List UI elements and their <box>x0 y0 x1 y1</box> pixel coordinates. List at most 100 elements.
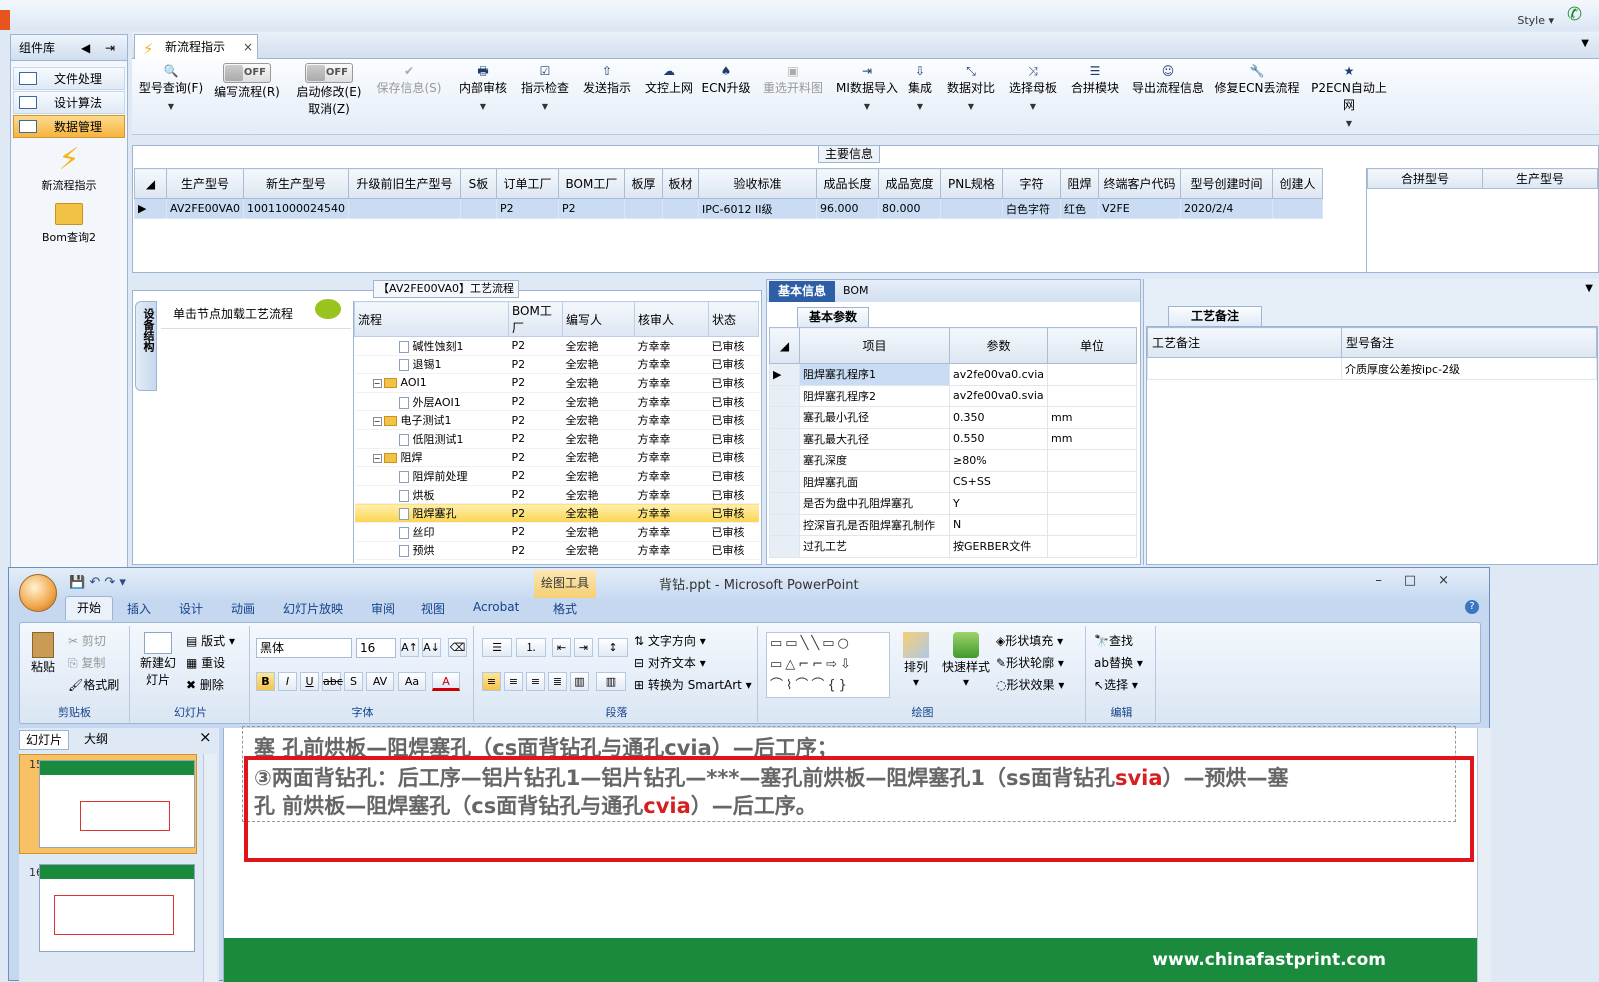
table-cell[interactable]: P2 <box>558 199 624 219</box>
table-cell[interactable]: 阻焊塞孔程序1 <box>800 364 950 386</box>
table-cell[interactable] <box>348 199 460 219</box>
table-cell[interactable]: mm <box>1048 428 1137 450</box>
tree-node[interactable]: 外层AOI1 <box>355 392 509 411</box>
tree-node[interactable]: 曝光 <box>355 560 509 563</box>
table-cell[interactable]: 塞孔最小孔径 <box>800 407 950 429</box>
collapse-toggle-icon[interactable]: − <box>373 454 382 463</box>
library-item-algorithm[interactable]: 设计算法 <box>13 91 125 114</box>
column-header[interactable]: 字符 <box>1002 169 1060 199</box>
process-remark-cell[interactable] <box>1148 358 1342 380</box>
text-direction-button[interactable]: ⇅ 文字方向 ▾ <box>634 632 706 649</box>
table-cell[interactable] <box>1048 471 1137 493</box>
table-cell[interactable]: 0.350 <box>950 407 1048 429</box>
char-spacing-button[interactable]: AV <box>366 672 394 691</box>
table-cell[interactable] <box>1048 493 1137 515</box>
grow-font-button[interactable]: A↑ <box>400 638 419 657</box>
table-cell[interactable]: mm <box>1048 407 1137 429</box>
tree-node[interactable]: −阻焊 <box>355 448 509 467</box>
slide-thumbnail-15[interactable] <box>39 760 195 848</box>
tree-row[interactable]: 丝印P2全宏艳方幸幸已审核 <box>355 522 759 541</box>
column-header[interactable]: 工艺备注 <box>1148 328 1342 358</box>
close-icon[interactable]: × <box>243 35 253 59</box>
tree-node[interactable]: 退锡1 <box>355 355 509 374</box>
column-header[interactable]: PNL规格 <box>940 169 1002 199</box>
slide-thumbnail-16[interactable] <box>39 864 195 952</box>
column-header[interactable]: 新生产型号 <box>243 169 348 199</box>
column-header[interactable]: 生产型号 <box>167 169 244 199</box>
tab-basic-params[interactable]: 基本参数 <box>797 307 869 327</box>
scrollbar[interactable] <box>203 754 217 982</box>
column-header[interactable]: 核审人 <box>635 302 709 337</box>
table-cell[interactable] <box>624 199 662 219</box>
tab-animation[interactable]: 动画 <box>231 600 255 617</box>
shapes-gallery[interactable]: ▭▭╲╲▭○▭△⌐⌐⇨⇩⌒⌇⌒⌒{} <box>766 632 890 698</box>
tab-basic-info[interactable]: 基本信息 <box>769 281 835 302</box>
bullets-button[interactable]: ☰ <box>482 638 512 657</box>
tree-node[interactable]: −AOI1 <box>355 374 509 393</box>
doc-online-button[interactable]: ☁文控上网 <box>640 63 698 131</box>
column-header[interactable]: 状态 <box>709 302 759 337</box>
column-header[interactable]: 编写人 <box>563 302 635 337</box>
column-header[interactable]: 验收标准 <box>698 169 816 199</box>
table-cell[interactable]: 过孔工艺 <box>800 536 950 558</box>
table-cell[interactable] <box>662 199 698 219</box>
find-button[interactable]: 🔭查找 <box>1094 632 1133 649</box>
slide-text-block[interactable]: ③两面背钻孔：后工序—铝片钻孔1—铝片钻孔—***—塞孔前烘板—阻焊塞孔1（ss… <box>254 764 1289 820</box>
align-left-button[interactable]: ≡ <box>482 672 501 691</box>
tree-row[interactable]: 阻焊塞孔P2全宏艳方幸幸已审核 <box>355 504 759 523</box>
shadow-button[interactable]: S <box>344 672 363 691</box>
shape-effects-button[interactable]: ◌形状效果 ▾ <box>996 676 1064 693</box>
table-cell[interactable]: 红色 <box>1060 199 1098 219</box>
column-header[interactable]: 生产型号 <box>1483 169 1598 189</box>
column-header[interactable]: BOM工厂 <box>558 169 624 199</box>
table-row[interactable]: 控深盲孔是否阻焊塞孔制作N <box>770 514 1137 536</box>
column-header[interactable]: 阻焊 <box>1060 169 1098 199</box>
column-header[interactable]: 升级前旧生产型号 <box>348 169 460 199</box>
table-cell[interactable]: IPC-6012 II级 <box>698 199 816 219</box>
column-header[interactable]: BOM工厂 <box>509 302 563 337</box>
tab-bom[interactable]: BOM <box>843 284 869 297</box>
shape-outline-button[interactable]: ✎形状轮廓 ▾ <box>996 654 1064 671</box>
tab-format[interactable]: 格式 <box>553 600 577 617</box>
tree-node[interactable]: 阻焊前处理 <box>355 467 509 486</box>
tree-node[interactable]: 预烘 <box>355 541 509 560</box>
new-slide-button[interactable]: 新建幻灯片 <box>138 632 178 688</box>
column-header[interactable]: 创建人 <box>1272 169 1322 199</box>
table-row[interactable]: 塞孔最小孔径0.350mm <box>770 407 1137 429</box>
send-instruction-button[interactable]: ⇧发送指示 <box>578 63 636 131</box>
tree-row[interactable]: 碱性蚀刻1P2全宏艳方幸幸已审核 <box>355 337 759 356</box>
column-header[interactable]: 终端客户代码 <box>1098 169 1180 199</box>
tab-home[interactable]: 开始 <box>65 596 113 620</box>
table-cell[interactable]: 控深盲孔是否阻焊塞孔制作 <box>800 514 950 536</box>
window-controls[interactable]: –□× <box>1375 573 1471 588</box>
format-painter-button[interactable]: 🖌格式刷 <box>68 676 119 693</box>
column-header[interactable]: 型号创建时间 <box>1180 169 1272 199</box>
table-cell[interactable]: P2 <box>496 199 558 219</box>
chevron-down-icon[interactable]: ▼ <box>1585 283 1593 294</box>
pin-icon[interactable]: ⇥ <box>105 35 115 61</box>
repair-ecn-button[interactable]: 🔧修复ECN丢流程 <box>1212 63 1302 131</box>
column-header[interactable]: 成品宽度 <box>878 169 940 199</box>
new-process-shortcut[interactable]: ⚡ 新流程指示 <box>21 143 117 193</box>
tab-design[interactable]: 设计 <box>179 600 203 617</box>
cancel-label[interactable]: 取消(Z) <box>308 102 350 116</box>
table-cell[interactable]: 按GERBER文件 <box>950 536 1048 558</box>
tree-node[interactable]: 丝印 <box>355 522 509 541</box>
column-header[interactable]: 项目 <box>800 328 950 364</box>
table-cell[interactable]: 塞孔深度 <box>800 450 950 472</box>
tree-row[interactable]: 低阻测试1P2全宏艳方幸幸已审核 <box>355 429 759 448</box>
select-button[interactable]: ↖选择 ▾ <box>1094 676 1138 693</box>
toggle-switch[interactable]: OFF <box>305 63 353 83</box>
table-row[interactable]: 是否为盘中孔阻焊塞孔Y <box>770 493 1137 515</box>
table-cell[interactable] <box>460 199 496 219</box>
check-instruction-button[interactable]: ☑指示检查▼ <box>516 63 574 131</box>
table-cell[interactable]: 96.000 <box>816 199 878 219</box>
justify-button[interactable]: ≣ <box>548 672 567 691</box>
data-compare-button[interactable]: ⤡数据对比▼ <box>940 63 1002 131</box>
table-cell[interactable] <box>1048 385 1137 407</box>
style-menu[interactable]: Style ▾ <box>1517 14 1554 27</box>
tree-row[interactable]: −AOI1P2全宏艳方幸幸已审核 <box>355 374 759 393</box>
table-cell[interactable]: 塞孔最大孔径 <box>800 428 950 450</box>
line-spacing-button[interactable]: ↕ <box>598 638 628 657</box>
library-item-file[interactable]: 文件处理 <box>13 67 125 90</box>
